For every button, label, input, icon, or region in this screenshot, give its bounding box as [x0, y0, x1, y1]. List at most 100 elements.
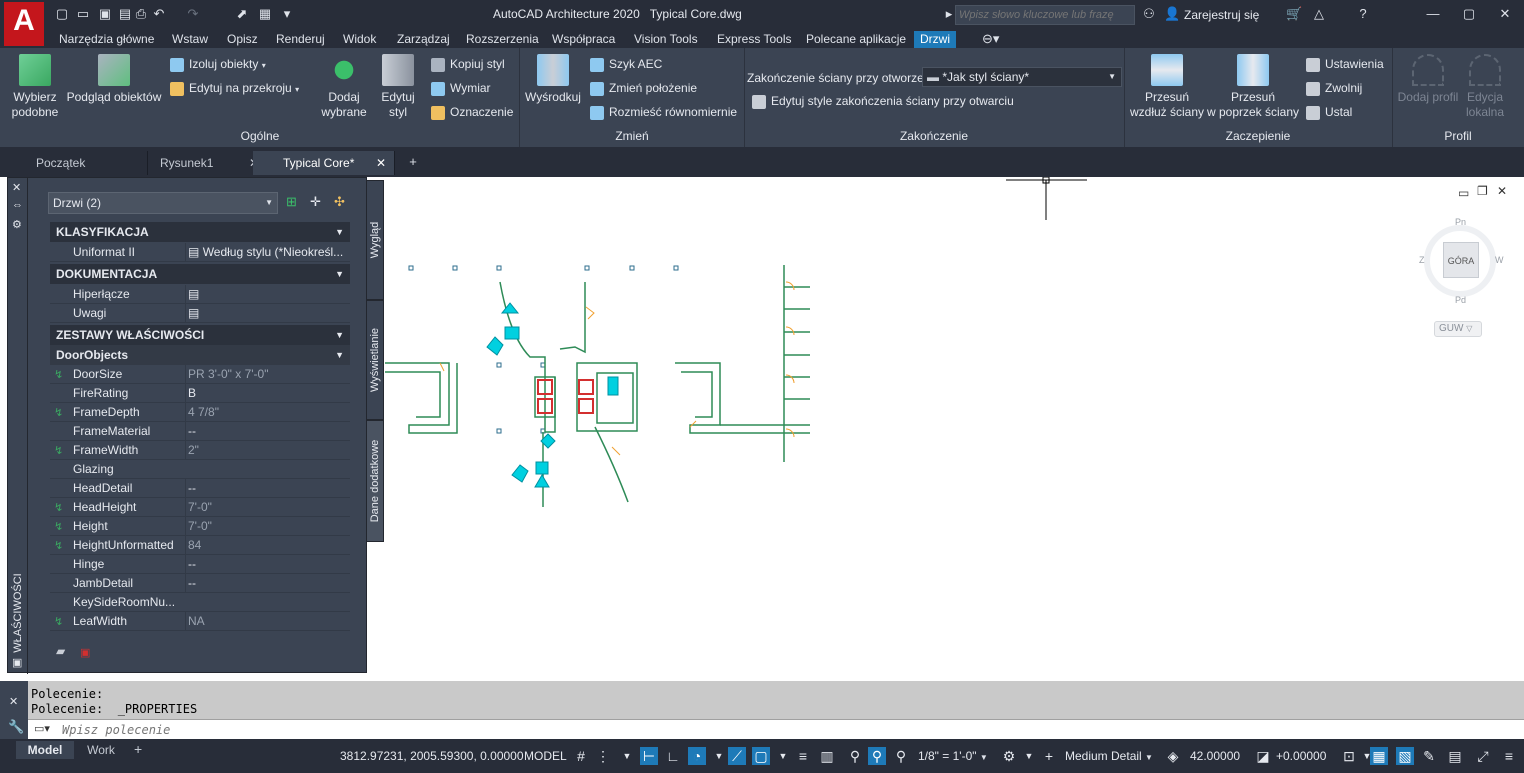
annotation-scale-select[interactable]: 1/8" = 1'-0" ▼ — [918, 747, 988, 765]
property-value[interactable]: -- — [185, 479, 350, 498]
save-icon[interactable]: ▣ — [98, 7, 112, 21]
copy-style-button[interactable]: Kopiuj styl — [431, 55, 505, 73]
tab-doors[interactable]: Drzwi — [914, 31, 956, 48]
undo-icon[interactable]: ↶ — [152, 7, 166, 21]
space-evenly-button[interactable]: Rozmieść równomiernie — [590, 103, 737, 121]
property-value[interactable]: 4 7/8" — [185, 403, 350, 422]
anchor-settings-button[interactable]: Ustawienia — [1306, 55, 1384, 73]
isolate-status-icon[interactable]: ⊡ — [1340, 747, 1358, 765]
layout-tab-work[interactable]: Work — [76, 741, 126, 759]
section-property-sets[interactable]: ZESTAWY WŁAŚCIWOŚCI ▼ — [50, 325, 350, 345]
object-viewer-button[interactable]: Podgląd obiektów — [64, 54, 164, 105]
command-prompt-icon[interactable]: ▭▾ — [34, 722, 50, 735]
remove-property-set-icon[interactable]: ▣ — [80, 646, 90, 659]
fullscreen-icon[interactable]: ⤢ — [1474, 747, 1492, 765]
isolate-objects-button[interactable]: Izoluj obiekty ▾ — [170, 55, 266, 73]
notes-icon[interactable]: ▤ — [188, 306, 199, 320]
coordinates-readout[interactable]: 3812.97231, 2005.59300, 0.00000 — [340, 747, 524, 765]
add-to-selection-icon[interactable]: ⊞ — [286, 194, 297, 210]
viewport-minimize-icon[interactable]: ▭ — [1458, 186, 1469, 200]
property-value[interactable]: NA — [185, 612, 350, 631]
property-row[interactable]: Glazing — [50, 460, 350, 479]
aec-dimension-button[interactable]: Szyk AEC — [590, 55, 662, 73]
property-row[interactable]: HeadDetail -- — [50, 479, 350, 498]
palette-settings-icon[interactable]: ⚙ — [12, 218, 22, 231]
search-input[interactable] — [955, 5, 1135, 25]
property-value[interactable]: PR 3'-0" x 7'-0" — [185, 365, 350, 384]
ribbon-options-icon[interactable]: ⊖▾ — [982, 32, 999, 46]
publish-icon[interactable]: ▦ — [258, 7, 272, 21]
transparency-icon[interactable]: ▥ — [818, 747, 836, 765]
help-icon[interactable]: ? — [1356, 7, 1370, 21]
tab-home[interactable]: Narzędzia główne — [53, 31, 160, 48]
edit-style-button[interactable]: Edytuj styl — [374, 54, 422, 120]
workspace-gear-icon[interactable]: ⚙ — [1000, 747, 1018, 765]
ortho-icon[interactable]: ∟ — [664, 747, 682, 765]
new-tab-icon[interactable]: + — [406, 155, 420, 169]
property-value[interactable]: 7'-0" — [185, 498, 350, 517]
isometric-icon[interactable]: ⟋ — [728, 747, 746, 765]
doc-tab-drawing1[interactable]: Rysunek1✕ — [130, 151, 268, 175]
osnap-icon[interactable]: ▢ — [752, 747, 770, 765]
save-as-icon[interactable]: ▤ — [118, 7, 132, 21]
new-file-icon[interactable]: ▢ — [55, 7, 69, 21]
polar-tracking-icon[interactable]: ◔ — [688, 747, 706, 765]
section-documentation[interactable]: DOKUMENTACJA ▼ — [50, 264, 350, 284]
tab-design[interactable]: Wygląd — [366, 180, 384, 300]
tab-view[interactable]: Widok — [337, 31, 382, 48]
viewcube-top-face[interactable]: GÓRA — [1443, 242, 1479, 278]
anchor-release-button[interactable]: Zwolnij — [1306, 79, 1362, 97]
tab-manage[interactable]: Zarządzaj — [391, 31, 456, 48]
tab-vision-tools[interactable]: Vision Tools — [628, 31, 704, 48]
property-row[interactable]: ↯ LeafWidth NA — [50, 612, 350, 631]
property-row[interactable]: Hinge -- — [50, 555, 350, 574]
display-detail-select[interactable]: Medium Detail ▼ — [1065, 747, 1153, 765]
graphics-icon[interactable]: ▦ — [1370, 747, 1388, 765]
property-row[interactable]: ↯ DoorSize PR 3'-0" x 7'-0" — [50, 365, 350, 384]
tab-express-tools[interactable]: Express Tools — [711, 31, 797, 48]
cut-plane-icon[interactable]: ◪ — [1254, 747, 1272, 765]
elevation-value[interactable]: 42.00000 — [1190, 747, 1240, 765]
cart-icon[interactable]: 🛒 — [1286, 7, 1302, 21]
offset-value[interactable]: +0.00000 — [1276, 747, 1326, 765]
property-value[interactable]: B — [185, 384, 350, 403]
edit-in-place-button[interactable]: Edycja lokalna — [1460, 54, 1510, 120]
property-row[interactable]: Uwagi ▤ — [50, 304, 350, 323]
command-input[interactable] — [62, 721, 662, 738]
tab-featured-apps[interactable]: Polecane aplikacje — [800, 31, 912, 48]
autoscale-icon[interactable]: ⚲ — [868, 747, 886, 765]
clean-screen-icon[interactable]: ▤ — [1446, 747, 1464, 765]
move-along-wall-button[interactable]: Przesuń wzdłuż ściany — [1126, 54, 1208, 120]
redo-icon[interactable]: ↷ — [186, 7, 200, 21]
tab-render[interactable]: Renderuj — [270, 31, 331, 48]
close-tab-icon[interactable]: ✕ — [376, 151, 386, 175]
palette-close-icon[interactable]: ✕ — [12, 181, 21, 194]
tab-add-ins[interactable]: Rozszerzenia — [460, 31, 545, 48]
user-icon[interactable]: 👤 — [1164, 7, 1180, 21]
property-value[interactable]: 84 — [185, 536, 350, 555]
network-icon[interactable]: △ — [1312, 7, 1326, 21]
viewcube-west[interactable]: Z — [1419, 255, 1425, 265]
print-icon[interactable]: ⎙ — [134, 7, 148, 21]
command-customize-icon[interactable]: 🔧 — [8, 719, 24, 735]
chevron-down-icon[interactable]: ▼ — [618, 747, 636, 765]
grid-icon[interactable]: # — [572, 747, 590, 765]
chevron-down-icon[interactable]: ▼ — [774, 747, 792, 765]
center-button[interactable]: Wyśrodkuj — [522, 54, 584, 105]
property-row[interactable]: ↯ HeadHeight 7'-0" — [50, 498, 350, 517]
chevron-down-icon[interactable]: ▼ — [710, 747, 728, 765]
add-profile-button[interactable]: Dodaj profil — [1396, 54, 1460, 105]
palette-menu-icon[interactable]: ▣ — [12, 656, 22, 669]
hardware-accel-icon[interactable]: ▧ — [1396, 747, 1414, 765]
wcs-menu[interactable]: GUW ▽ — [1434, 321, 1482, 337]
layout-tab-model[interactable]: Model — [16, 741, 74, 759]
property-row[interactable]: JambDetail -- — [50, 574, 350, 593]
property-row[interactable]: Hiperłącze ▤ — [50, 285, 350, 304]
dynamic-input-icon[interactable]: ⊢ — [640, 747, 658, 765]
edit-endcap-styles-button[interactable]: Edytuj style zakończenia ściany przy otw… — [752, 92, 1014, 110]
move-across-wall-button[interactable]: Przesuń w poprzek ściany — [1206, 54, 1300, 120]
viewcube[interactable]: Pn Pd Z W GÓRA — [1418, 215, 1504, 305]
open-folder-icon[interactable]: ▭ — [76, 7, 90, 21]
add-property-set-icon[interactable]: ▰ — [56, 644, 65, 658]
tag-button[interactable]: Oznaczenie — [431, 103, 513, 121]
